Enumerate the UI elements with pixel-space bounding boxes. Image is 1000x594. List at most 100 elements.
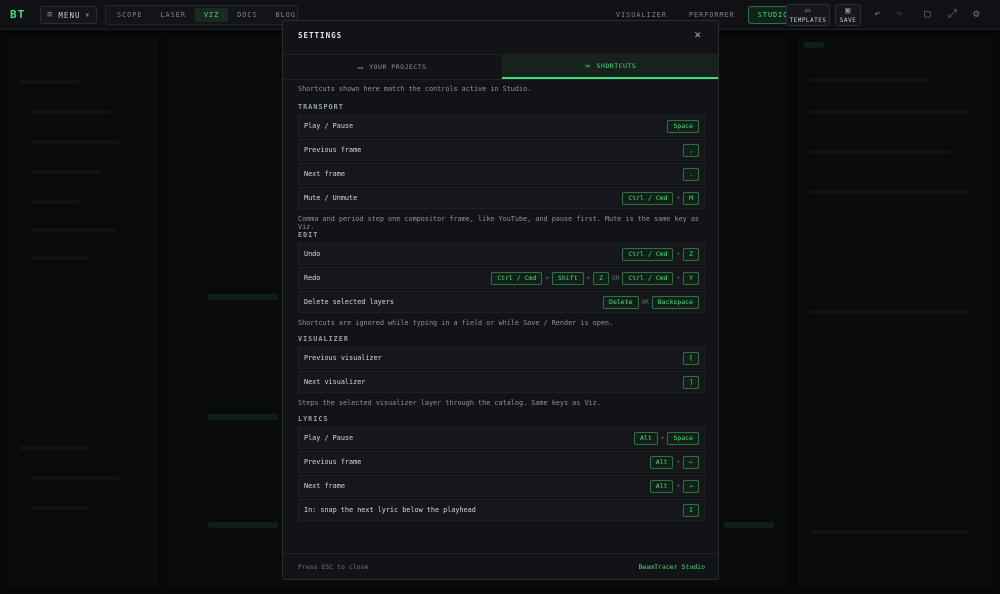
shortcut-action: Redo [304, 274, 321, 282]
shortcut-row: Previous frame Alt + ← [298, 451, 705, 473]
keycap: Alt [649, 479, 674, 493]
modal-overlay[interactable]: SETTINGS ✕ ▭ YOUR PROJECTS ⌨ SHORTCUTS S… [0, 20, 1000, 594]
shortcut-keys: Alt + Space [634, 431, 699, 445]
shortcut-keys: . [683, 167, 699, 181]
shortcut-action: Play / Pause [304, 434, 354, 442]
nav-tab-scope[interactable]: SCOPE [108, 8, 151, 22]
key-or: OR [641, 298, 649, 306]
shortcut-keys: , [683, 143, 699, 157]
section-heading-transport: TRANSPORT [298, 103, 344, 111]
keycap: Ctrl / Cmd [622, 191, 674, 205]
section-heading-lyrics: LYRICS [298, 415, 329, 423]
menu-label: MENU [58, 10, 81, 20]
keycap: Alt [634, 431, 658, 445]
shortcut-action: Next frame [304, 482, 345, 490]
keycap: Backspace [651, 295, 699, 309]
folder-icon: ▭ [357, 62, 364, 72]
expand-icon[interactable]: ⤢ [948, 8, 957, 20]
keycap: Ctrl / Cmd [622, 247, 674, 261]
section-note: Comma and period step one compositor fra… [298, 215, 700, 231]
keycap: Space [667, 119, 699, 133]
keycap: Z [683, 247, 699, 261]
keycap: , [683, 143, 699, 157]
shortcut-row: Next frame . [298, 163, 705, 185]
intro-text: Shortcuts shown here match the controls … [298, 85, 532, 93]
nav-tab-docs[interactable]: DOCS [228, 8, 266, 22]
shortcut-keys: Ctrl / Cmd + Z [622, 247, 699, 261]
shortcut-row: Undo Ctrl / Cmd + Z [298, 243, 705, 265]
app-logo[interactable]: BT [10, 8, 25, 21]
keycap: ] [683, 375, 699, 389]
key-plus: + [676, 250, 681, 258]
shortcut-action: Previous frame [304, 146, 362, 154]
shortcut-keys: Space [667, 119, 699, 133]
shortcut-row: Previous frame , [298, 139, 705, 161]
shortcut-row: Play / Pause Space [298, 115, 705, 137]
tab-label: SHORTCUTS [596, 62, 637, 70]
key-plus: + [676, 194, 681, 202]
shortcut-keys: Alt + ← [649, 455, 699, 469]
shortcut-row: In: snap the next lyric below the playhe… [298, 499, 705, 521]
shortcut-row: Next frame Alt + → [298, 475, 705, 497]
menu-button[interactable]: ≡ MENU ▼ [40, 6, 97, 24]
keycap: . [683, 167, 699, 181]
keyboard-icon: ⌨ [585, 61, 591, 71]
shortcut-row: Previous visualizer [ [298, 347, 705, 369]
shortcut-action: Next visualizer [304, 378, 366, 386]
key-plus: + [676, 482, 681, 490]
undo-icon[interactable]: ↶ [874, 8, 881, 20]
shortcut-row: Next visualizer ] [298, 371, 705, 393]
tab-label: YOUR PROJECTS [369, 63, 427, 71]
shortcut-row: Redo Ctrl / Cmd + Shift + Z OR Ctrl / Cm… [298, 267, 705, 289]
hamburger-icon: ≡ [47, 9, 54, 20]
keycap: [ [683, 351, 699, 365]
keycap: ← [683, 455, 699, 469]
keycap: Y [683, 271, 699, 285]
settings-modal: SETTINGS ✕ ▭ YOUR PROJECTS ⌨ SHORTCUTS S… [282, 20, 719, 580]
nav-tab-laser[interactable]: LASER [151, 8, 194, 22]
shortcut-action: Previous visualizer [304, 354, 382, 362]
key-plus: + [676, 458, 681, 466]
shortcut-keys: Ctrl / Cmd + M [622, 191, 699, 205]
gear-icon[interactable]: ⚙ [973, 8, 980, 20]
shortcut-action: Play / Pause [304, 122, 354, 130]
nav-tab-viz[interactable]: VIZ [194, 8, 229, 22]
shortcut-action: Previous frame [304, 458, 362, 466]
key-plus: + [545, 274, 549, 282]
footer-hint: Press ESC to close [298, 562, 369, 571]
templates-button[interactable]: ▭ TEMPLATES [786, 4, 830, 26]
chevron-down-icon: ▼ [85, 11, 91, 19]
keycap: I [683, 503, 699, 517]
save-button[interactable]: ▣ SAVE [835, 4, 861, 26]
close-icon[interactable]: ✕ [694, 28, 701, 41]
shortcut-row: Delete selected layers Delete OR Backspa… [298, 291, 705, 313]
keycap: Delete [603, 295, 639, 309]
shortcut-row: Play / Pause Alt + Space [298, 427, 705, 449]
footer-brand[interactable]: BeamTracer Studio [638, 563, 705, 571]
tab-your-projects[interactable]: ▭ YOUR PROJECTS [283, 55, 502, 79]
folder-icon: ▭ [805, 5, 811, 16]
templates-label: TEMPLATES [789, 16, 827, 24]
save-icon: ▣ [845, 5, 851, 16]
shortcut-action: Undo [304, 250, 321, 258]
chat-icon[interactable]: ▢ [924, 8, 931, 20]
keycap: M [683, 191, 699, 205]
shortcut-keys: I [683, 503, 699, 517]
section-heading-visualizer: VISUALIZER [298, 335, 349, 343]
tab-shortcuts[interactable]: ⌨ SHORTCUTS [501, 55, 718, 79]
shortcut-keys: Ctrl / Cmd + Shift + Z OR Ctrl / Cmd + Y [491, 271, 699, 285]
modal-footer: Press ESC to close BeamTracer Studio [283, 553, 718, 579]
section-heading-edit: EDIT [298, 231, 319, 239]
redo-icon[interactable]: ↷ [896, 8, 903, 20]
keycap: Ctrl / Cmd [622, 271, 674, 285]
shortcut-action: Next frame [304, 170, 345, 178]
keycap: Ctrl / Cmd [491, 271, 543, 285]
key-or: OR [612, 274, 620, 282]
shortcuts-body: Shortcuts shown here match the controls … [298, 85, 705, 521]
section-note: Steps the selected visualizer layer thro… [298, 399, 601, 407]
keycap: Shift [551, 271, 584, 285]
keycap: Space [667, 431, 699, 445]
shortcut-keys: [ [683, 351, 699, 365]
shortcut-action: Mute / Unmute [304, 194, 358, 202]
section-note: Shortcuts are ignored while typing in a … [298, 319, 614, 327]
